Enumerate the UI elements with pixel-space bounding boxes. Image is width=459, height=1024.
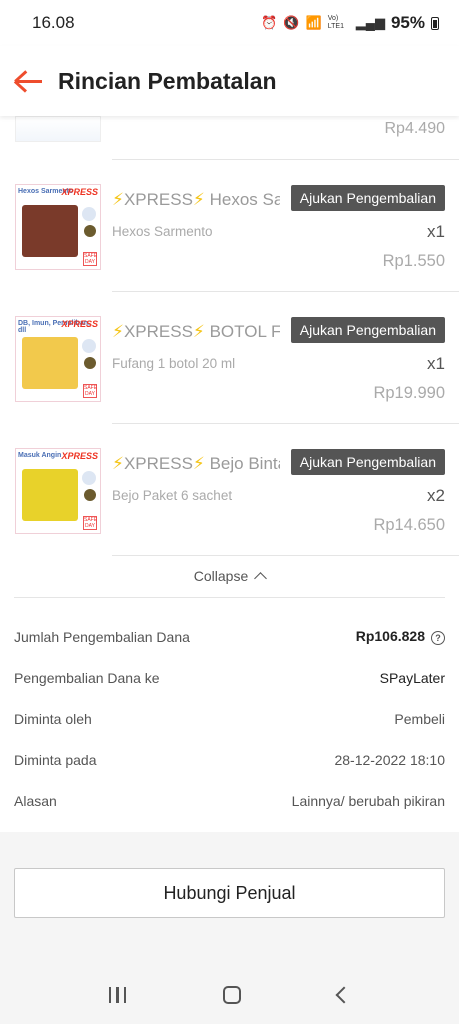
bolt-icon: ⚡: [112, 190, 124, 209]
product-variant: Fufang 1 botol 20 ml: [112, 356, 236, 371]
page-title: Rincian Pembatalan: [58, 67, 277, 94]
contact-seller-button[interactable]: Hubungi Penjual: [14, 868, 445, 918]
detail-label: Alasan: [14, 792, 57, 809]
product-price: Rp14.650: [373, 516, 445, 534]
list-item[interactable]: Masuk Angin XPRESS SAFE DAY ⚡XPRESS⚡ Bej…: [15, 424, 459, 556]
product-quantity: x1: [427, 222, 445, 241]
collapse-toggle[interactable]: Collapse: [14, 554, 445, 598]
xpress-logo: XPRESS: [61, 451, 98, 461]
recent-apps-icon[interactable]: [108, 987, 127, 1003]
chevron-up-icon: [254, 571, 268, 585]
product-thumbnail[interactable]: Hexos Sarmento XPRESS SAFE DAY: [15, 184, 101, 270]
bolt-icon: ⚡: [192, 454, 205, 473]
detail-row-reason: Alasan Lainnya/ berubah pikiran: [0, 780, 459, 821]
product-price: Rp19.990: [373, 384, 445, 402]
xpress-logo: XPRESS: [61, 187, 98, 197]
status-bar: 16.08 ⏰ 🔇 📶 Vo) LTE1 ▂▄▆ 95%: [0, 0, 459, 46]
product-price: Rp4.490: [384, 120, 446, 137]
safe-day-badge: SAFE DAY: [83, 516, 98, 530]
back-arrow-icon[interactable]: [14, 68, 44, 94]
product-variant: Bejo Paket 6 sachet: [112, 488, 233, 503]
bolt-icon: ⚡: [192, 322, 205, 341]
product-name[interactable]: ⚡XPRESS⚡ BOTOL Fufang: [112, 322, 280, 342]
home-icon[interactable]: [223, 986, 242, 1004]
product-name[interactable]: ⚡XPRESS⚡ Hexos Sarmento: [112, 190, 280, 210]
product-package: [22, 337, 78, 389]
help-icon[interactable]: ?: [431, 630, 445, 645]
product-thumbnail[interactable]: Masuk Angin XPRESS SAFE DAY: [15, 448, 101, 534]
status-time: 16.08: [32, 13, 75, 32]
product-quantity: x1: [427, 354, 445, 373]
product-list: Rp4.490 Hexos Sarmento XPRESS SAFE DAY ⚡…: [0, 116, 459, 556]
refund-to-value: SPayLater: [379, 669, 445, 686]
detail-label: Jumlah Pengembalian Dana: [14, 628, 190, 645]
request-return-button[interactable]: Ajukan Pengembalian: [290, 185, 445, 211]
request-return-button[interactable]: Ajukan Pengembalian: [290, 317, 445, 343]
mute-icon: 🔇: [283, 15, 300, 30]
list-item[interactable]: DB, Imun, Pemulihan, dll XPRESS SAFE DAY…: [15, 292, 459, 424]
battery-icon: [431, 16, 439, 30]
detail-row-requested-at: Diminta pada 28-12-2022 18:10: [0, 739, 459, 780]
back-icon[interactable]: [335, 986, 353, 1004]
list-item[interactable]: Hexos Sarmento XPRESS SAFE DAY ⚡XPRESS⚡ …: [15, 160, 459, 292]
product-thumbnail[interactable]: DB, Imun, Pemulihan, dll XPRESS SAFE DAY: [15, 316, 101, 402]
app-header: Rincian Pembatalan: [0, 46, 459, 116]
refund-amount-value: Rp106.828?: [356, 628, 445, 645]
product-package: [22, 469, 78, 521]
safe-day-badge: SAFE DAY: [83, 252, 98, 266]
product-package: [22, 205, 78, 257]
network-label: Vo) LTE1: [327, 15, 344, 30]
bolt-icon: ⚡: [112, 454, 124, 473]
xpress-logo: XPRESS: [61, 319, 98, 329]
collapse-label: Collapse: [193, 567, 249, 584]
detail-row-refund-amount: Jumlah Pengembalian Dana Rp106.828?: [0, 616, 459, 657]
request-return-button[interactable]: Ajukan Pengembalian: [290, 449, 445, 475]
product-name[interactable]: ⚡XPRESS⚡ Bejo Bintang Toedjoe: [112, 454, 280, 474]
requested-at-value: 28-12-2022 18:10: [334, 751, 445, 768]
alarm-icon: ⏰: [261, 15, 278, 30]
detail-label: Diminta oleh: [14, 710, 92, 727]
detail-row-requested-by: Diminta oleh Pembeli: [0, 698, 459, 739]
safe-day-badge: SAFE DAY: [83, 384, 98, 398]
status-icons: ⏰ 🔇 📶 Vo) LTE1 ▂▄▆ 95%: [261, 13, 439, 33]
product-price: Rp1.550: [382, 252, 445, 270]
requested-by-value: Pembeli: [394, 710, 445, 727]
detail-row-refund-to: Pengembalian Dana ke SPayLater: [0, 657, 459, 698]
detail-label: Diminta pada: [14, 751, 97, 768]
signal-icon: ▂▄▆: [355, 15, 385, 30]
battery-percent: 95%: [390, 13, 425, 32]
wifi-icon: 📶: [305, 15, 322, 30]
list-item: Rp4.490: [112, 116, 459, 160]
bolt-icon: ⚡: [112, 322, 124, 341]
reason-value: Lainnya/ berubah pikiran: [291, 792, 445, 809]
refund-details: Jumlah Pengembalian Dana Rp106.828? Peng…: [0, 616, 459, 821]
bolt-icon: ⚡: [192, 190, 205, 209]
system-nav-bar: [0, 966, 459, 1024]
detail-label: Pengembalian Dana ke: [14, 669, 160, 686]
product-quantity: x2: [427, 486, 445, 505]
product-variant: Hexos Sarmento: [112, 224, 213, 239]
